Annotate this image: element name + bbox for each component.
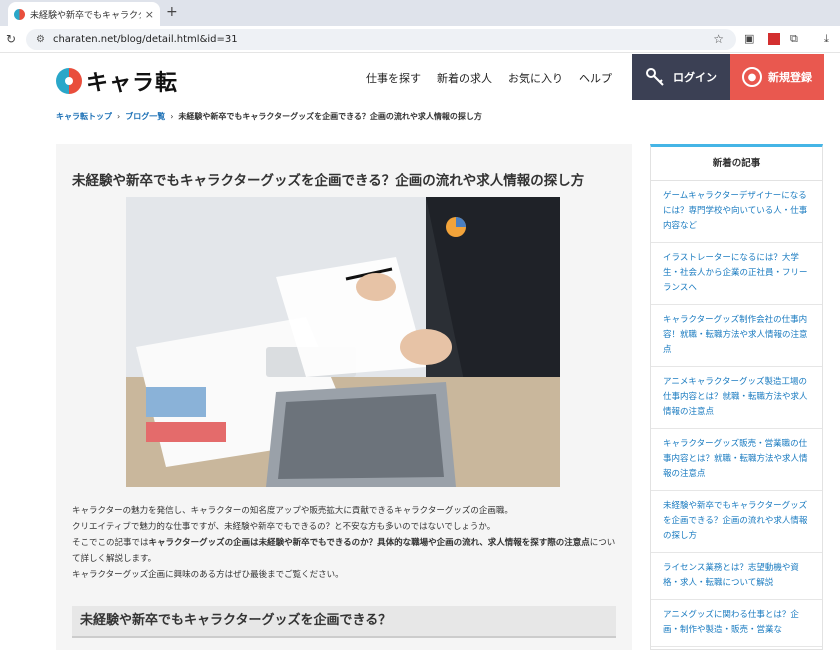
extensions-puzzle-icon[interactable]: ⧉ — [790, 32, 798, 46]
chevron-right-icon: › — [170, 112, 174, 121]
new-tab-button[interactable]: + — [166, 4, 178, 20]
browser-tab[interactable]: 未経験や新卒でもキャラクターグ × — [8, 2, 160, 26]
sidebar-article-link[interactable]: イラストレーターになるには？大学生・社会人から企業の正社員・フリーランスへ — [651, 243, 822, 305]
browser-tab-bar: 未経験や新卒でもキャラクターグ × + — [0, 0, 840, 26]
nav-help[interactable]: ヘルプ — [579, 70, 612, 86]
intro-paragraph: キャラクターグッズ企画に興味のある方はぜひ最後までご覧ください。 — [72, 570, 344, 580]
intro-paragraph: クリエイティブで魅力的な仕事ですが、未経験や新卒でもできるの？と不安な方も多いの… — [72, 522, 496, 532]
section-heading: 未経験や新卒でもキャラクターグッズを企画できる？ — [72, 606, 616, 638]
sidebar-new-articles: 新着の記事 ゲームキャラクターデザイナーになるには？専門学校や向いている人・仕事… — [650, 144, 823, 650]
breadcrumb-blog[interactable]: ブログ一覧 — [125, 111, 165, 122]
address-bar-area: ↻ ⚙ charaten.net/blog/detail.html&id=31 … — [0, 26, 840, 53]
pdf-extension-icon[interactable] — [768, 33, 780, 45]
sidebar-heading: 新着の記事 — [651, 147, 822, 181]
user-icon: ● — [742, 67, 762, 87]
sidebar-article-link[interactable]: ゲームキャラクターデザイナーになるには？専門学校や向いている人・仕事内容など — [651, 181, 822, 243]
nav-find-jobs[interactable]: 仕事を探す — [366, 70, 421, 86]
url-field[interactable]: ⚙ charaten.net/blog/detail.html&id=31 ☆ — [26, 29, 736, 50]
url-text: charaten.net/blog/detail.html&id=31 — [52, 34, 238, 45]
article-main: 未経験や新卒でもキャラクターグッズを企画できる？企画の流れや求人情報の探し方 キ… — [56, 144, 632, 650]
bookmark-star-icon[interactable]: ☆ — [713, 32, 724, 46]
logo-text: キャラ転 — [86, 71, 179, 96]
sidebar-article-link[interactable]: キャラクターグッズ販売・営業職の仕事内容とは？就職・転職方法や求人情報の注意点 — [651, 429, 822, 491]
register-label: 新規登録 — [768, 71, 812, 84]
breadcrumb-home[interactable]: キャラ転トップ — [56, 111, 112, 122]
nav-favorites[interactable]: お気に入り — [508, 70, 563, 86]
article-title: 未経験や新卒でもキャラクターグッズを企画できる？企画の流れや求人情報の探し方 — [72, 173, 585, 189]
login-label: ログイン — [673, 71, 717, 84]
breadcrumb: キャラ転トップ › ブログ一覧 › 未経験や新卒でもキャラクターグッズを企画でき… — [56, 111, 482, 122]
article-hero-image — [126, 197, 560, 487]
sidebar-article-link[interactable]: キャラクターグッズ制作会社の仕事内容！就職・転職方法や求人情報の注意点 — [651, 305, 822, 367]
reload-icon[interactable]: ↻ — [6, 32, 16, 46]
key-icon — [646, 68, 664, 86]
tab-close-icon[interactable]: × — [145, 8, 154, 21]
sidebar-article-link[interactable]: 未経験や新卒でもキャラクターグッズを企画できる？企画の流れや求人情報の探し方 — [651, 491, 822, 553]
nav-new-jobs[interactable]: 新着の求人 — [437, 70, 492, 86]
breadcrumb-current: 未経験や新卒でもキャラクターグッズを企画できる？企画の流れや求人情報の探し方 — [178, 112, 482, 121]
download-icon[interactable]: ⤓ — [824, 32, 829, 46]
tab-title: 未経験や新卒でもキャラクターグ — [30, 10, 141, 21]
main-nav: 仕事を探す 新着の求人 お気に入り ヘルプ — [366, 70, 612, 86]
register-button[interactable]: ● 新規登録 — [730, 54, 824, 100]
site-favicon-icon — [14, 8, 25, 20]
intro-paragraph: そこでこの記事ではキャラクターグッズの企画は未経験や新卒でもできるのか？具体的な… — [72, 535, 620, 567]
site-logo[interactable]: キャラ転 — [56, 65, 178, 97]
intro-text: そこでこの記事では — [72, 538, 149, 548]
sidebar-article-link[interactable]: アニメグッズに関わる仕事とは？企画・制作や製造・販売・営業な — [651, 600, 822, 647]
login-button[interactable]: ログイン — [632, 54, 730, 100]
intro-paragraph: キャラクターの魅力を発信し、キャラクターの知名度アップや販売拡大に貢献できるキャ… — [72, 506, 513, 516]
article-intro: キャラクターの魅力を発信し、キャラクターの知名度アップや販売拡大に貢献できるキャ… — [72, 503, 620, 583]
logo-mark-icon — [56, 68, 82, 94]
sidebar-article-link[interactable]: アニメキャラクターグッズ製造工場の仕事内容とは？就職・転職方法や求人情報の注意点 — [651, 367, 822, 429]
chevron-right-icon: › — [117, 112, 121, 121]
site-header: キャラ転 仕事を探す 新着の求人 お気に入り ヘルプ ログイン ● 新規登録 — [0, 54, 840, 100]
intro-bold-text: キャラクターグッズの企画は未経験や新卒でもできるのか？具体的な職場や企画の流れ、… — [148, 538, 590, 548]
sidebar-article-link[interactable]: ライセンス業務とは？志望動機や資格・求人・転職について解説 — [651, 553, 822, 600]
site-info-icon[interactable]: ⚙ — [36, 34, 45, 45]
hero-illustration — [126, 197, 560, 487]
image-extension-icon[interactable]: ▣ — [744, 32, 754, 45]
